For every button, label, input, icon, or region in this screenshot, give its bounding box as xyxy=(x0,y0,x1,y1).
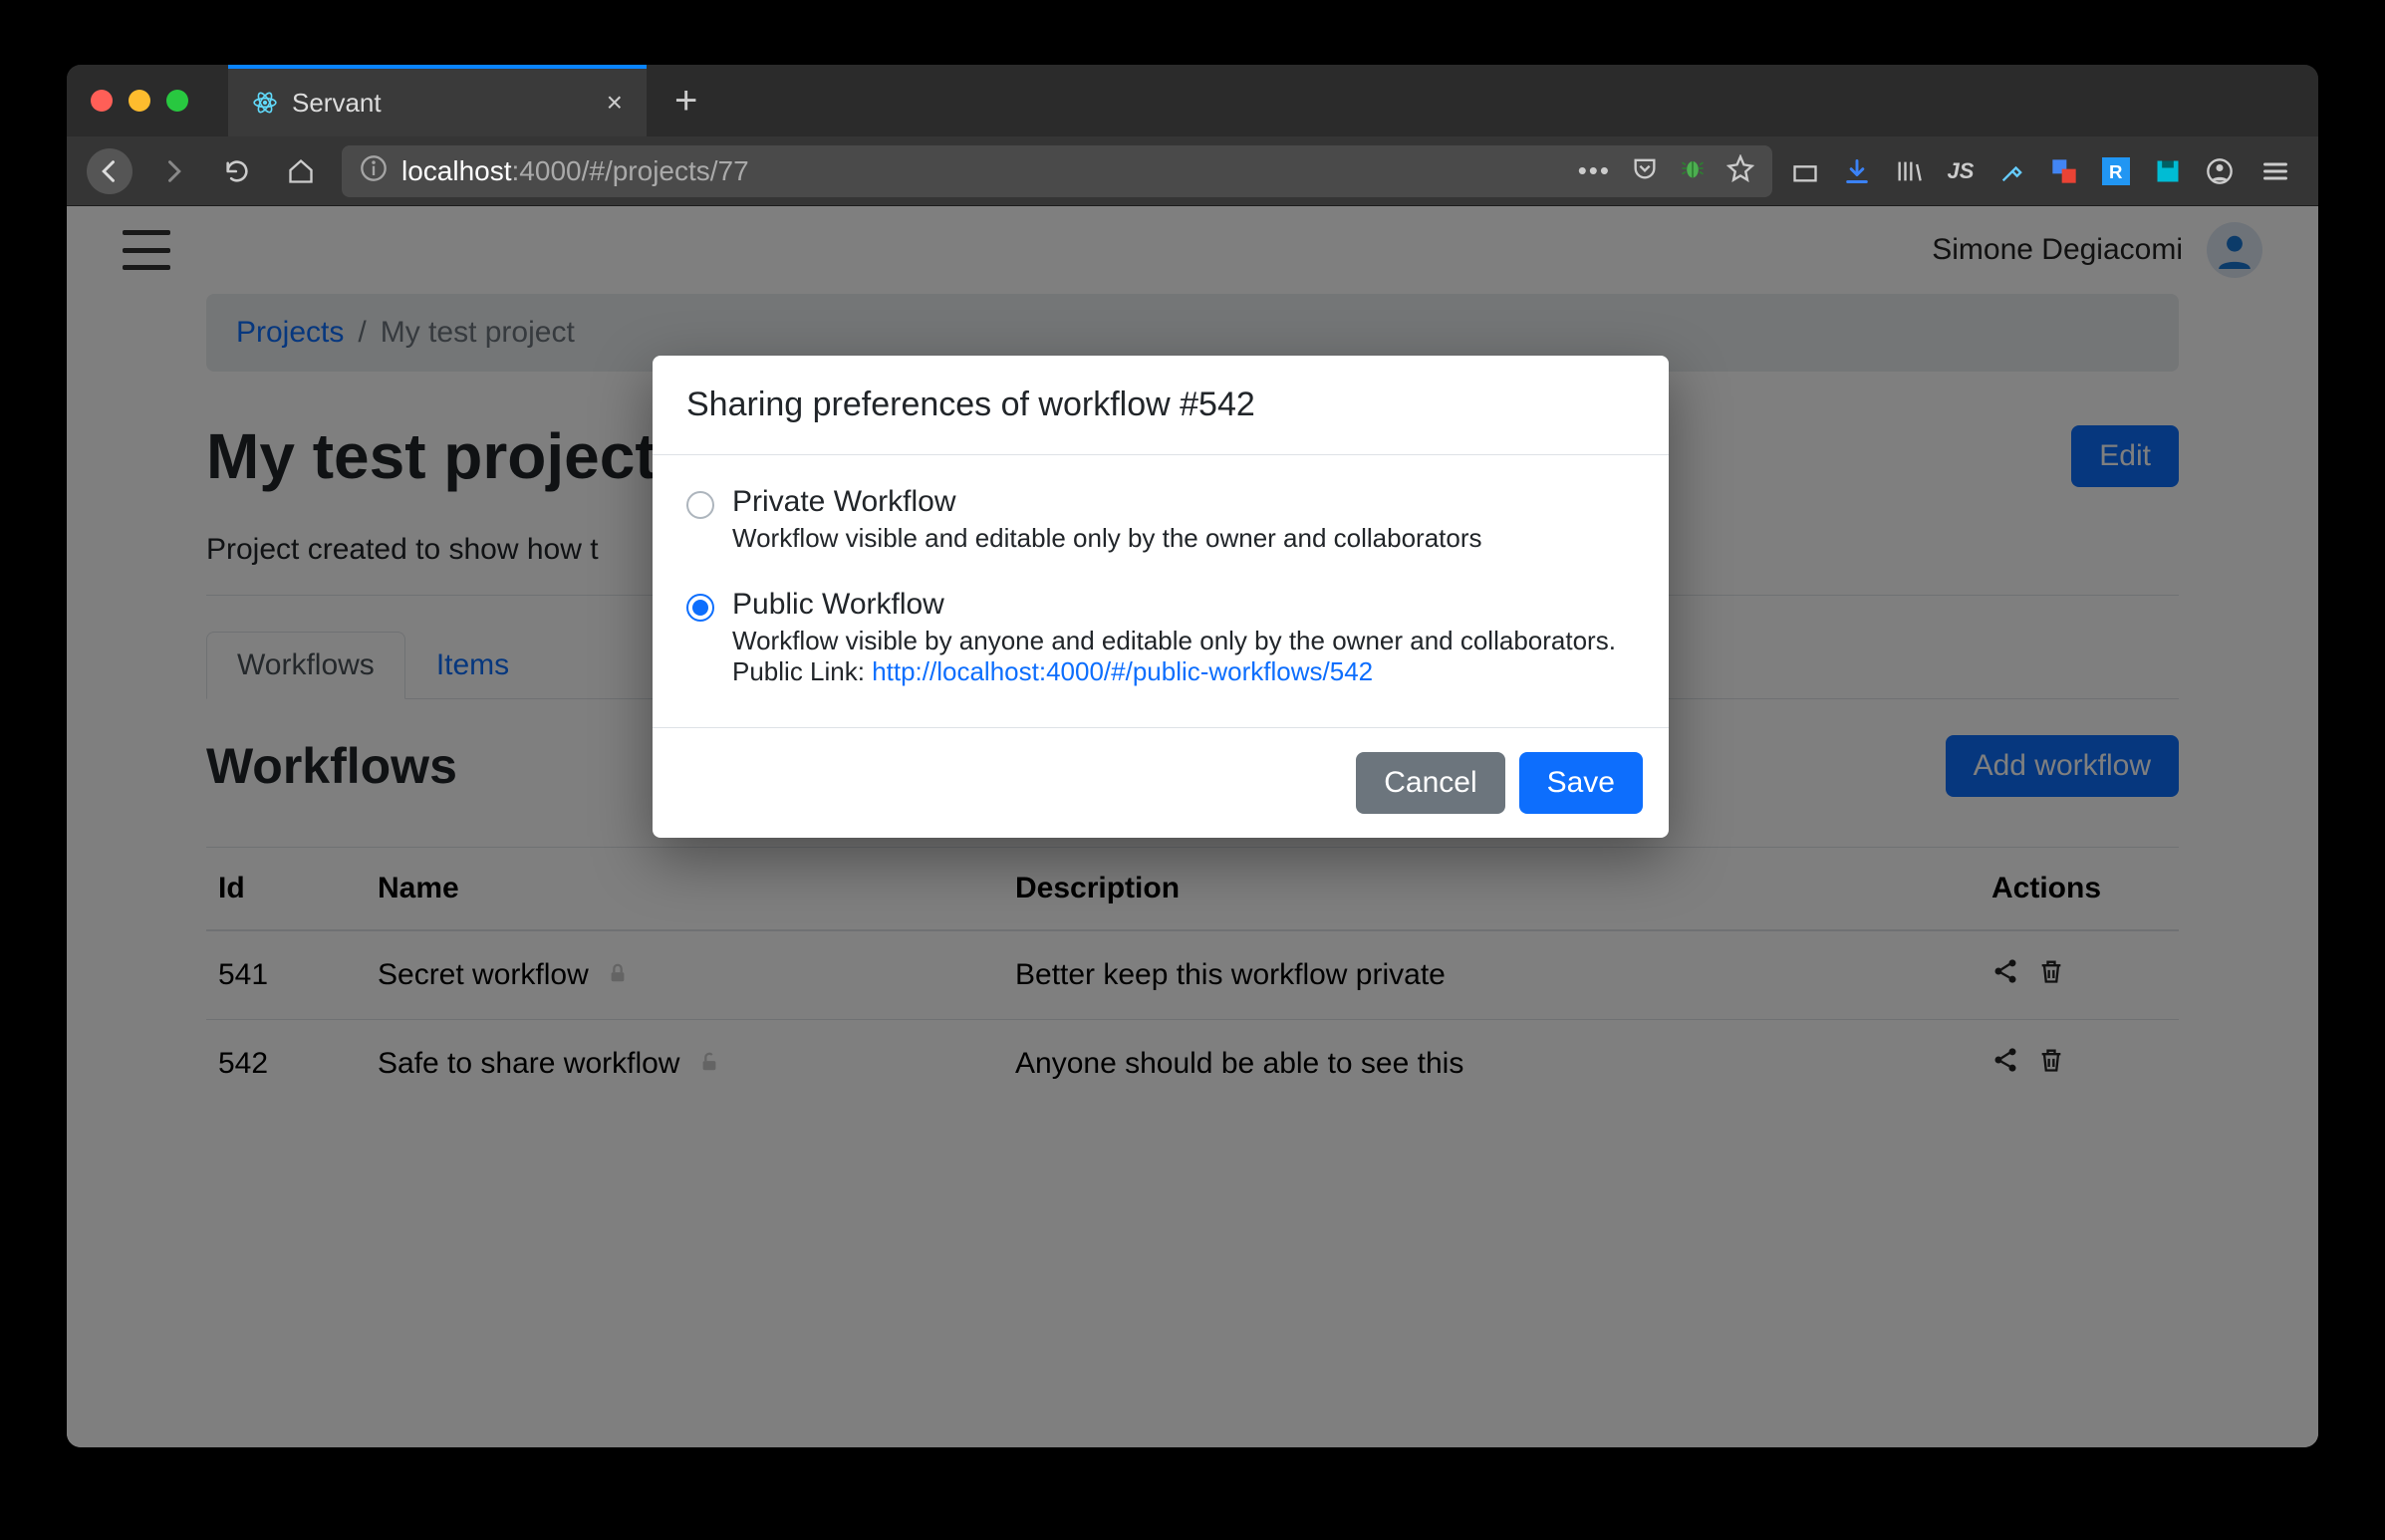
reload-button[interactable] xyxy=(214,148,260,194)
radio-desc-public: Workflow visible by anyone and editable … xyxy=(732,626,1616,687)
radio-desc-private: Workflow visible and editable only by th… xyxy=(732,523,1482,554)
bookmark-star-icon[interactable] xyxy=(1726,154,1754,187)
forward-button[interactable] xyxy=(150,148,196,194)
public-link-label: Public Link: xyxy=(732,656,872,686)
urlbar-actions: ••• xyxy=(1578,154,1754,187)
new-tab-button[interactable]: + xyxy=(647,79,725,124)
more-icon[interactable]: ••• xyxy=(1578,155,1611,186)
browser-window: Servant × + localhost:4000/#/projects/77… xyxy=(67,65,2318,1447)
app-menu-button[interactable] xyxy=(2252,148,2298,194)
window-minimize-button[interactable] xyxy=(129,90,150,112)
ext-eyedropper-icon[interactable] xyxy=(1997,156,2027,186)
ext-r-icon[interactable]: R xyxy=(2101,156,2131,186)
react-icon xyxy=(252,90,278,116)
url-port: :4000 xyxy=(512,155,582,186)
home-button[interactable] xyxy=(278,148,324,194)
tab-close-button[interactable]: × xyxy=(607,87,623,119)
pocket-icon[interactable] xyxy=(1631,154,1659,187)
ext-translate-icon[interactable] xyxy=(2049,156,2079,186)
tab-title: Servant xyxy=(292,88,382,119)
ext-js-icon[interactable]: JS xyxy=(1946,156,1976,186)
extension-icons: JS R xyxy=(1790,156,2235,186)
radio-label-private: Private Workflow xyxy=(732,485,1482,519)
account-icon[interactable] xyxy=(2205,156,2235,186)
radio-option-private[interactable]: Private Workflow Workflow visible and ed… xyxy=(686,485,1635,554)
library-icon[interactable] xyxy=(1894,156,1924,186)
url-bar[interactable]: localhost:4000/#/projects/77 ••• xyxy=(342,145,1772,197)
sharing-modal: Sharing preferences of workflow #542 Pri… xyxy=(653,356,1669,838)
radio-option-public[interactable]: Public Workflow Workflow visible by anyo… xyxy=(686,588,1635,687)
cancel-button[interactable]: Cancel xyxy=(1356,752,1504,814)
public-link[interactable]: http://localhost:4000/#/public-workflows… xyxy=(872,656,1373,686)
modal-body: Private Workflow Workflow visible and ed… xyxy=(653,455,1669,727)
bug-icon[interactable] xyxy=(1679,154,1707,187)
url-host: localhost xyxy=(401,155,512,186)
download-icon[interactable] xyxy=(1842,156,1872,186)
back-button[interactable] xyxy=(87,148,132,194)
modal-footer: Cancel Save xyxy=(653,727,1669,838)
save-button[interactable]: Save xyxy=(1519,752,1643,814)
modal-title: Sharing preferences of workflow #542 xyxy=(653,356,1669,455)
radio-button-public[interactable] xyxy=(686,594,714,622)
radio-label-public: Public Workflow xyxy=(732,588,1616,622)
radio-button-private[interactable] xyxy=(686,491,714,519)
browser-toolbar: localhost:4000/#/projects/77 ••• JS xyxy=(67,136,2318,206)
page-content: Simone Degiacomi Projects / My test proj… xyxy=(67,206,2318,1447)
svg-text:R: R xyxy=(2109,161,2123,182)
url-path: /#/projects/77 xyxy=(582,155,749,186)
site-info-icon[interactable] xyxy=(360,154,388,187)
window-maximize-button[interactable] xyxy=(166,90,188,112)
url-text: localhost:4000/#/projects/77 xyxy=(401,155,749,187)
ext-save-icon[interactable] xyxy=(2153,156,2183,186)
window-close-button[interactable] xyxy=(91,90,113,112)
window-controls xyxy=(91,90,188,112)
browser-tab[interactable]: Servant × xyxy=(228,65,647,136)
ext-icon-1[interactable] xyxy=(1790,156,1820,186)
titlebar: Servant × + xyxy=(67,65,2318,136)
public-desc-text: Workflow visible by anyone and editable … xyxy=(732,626,1616,655)
